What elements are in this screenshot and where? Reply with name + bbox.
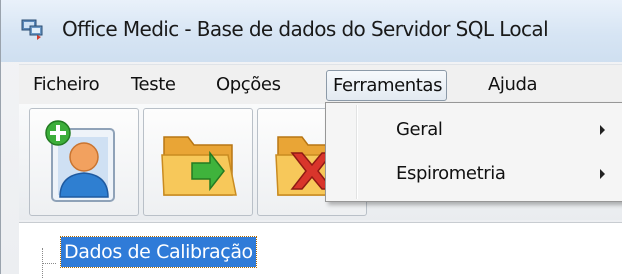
title-bar[interactable]: Office Medic - Base de dados do Servidor… (1, 0, 622, 62)
submenu-arrow-icon (600, 169, 605, 179)
open-button[interactable] (143, 108, 253, 216)
menu-ficheiro[interactable]: Ficheiro (33, 70, 100, 99)
menu-item-espirometria[interactable]: Espirometria (328, 157, 622, 191)
add-patient-icon (45, 120, 115, 202)
menu-ferramentas[interactable]: Ferramentas (326, 70, 448, 101)
menu-item-geral[interactable]: Geral (328, 113, 622, 147)
app-window-icon (21, 17, 45, 41)
submenu-arrow-icon (600, 125, 605, 135)
tree-node-dados-calibracao[interactable]: Dados de Calibração (60, 236, 257, 268)
add-patient-button[interactable] (29, 108, 139, 216)
menu-teste[interactable]: Teste (131, 70, 176, 99)
window-title: Office Medic - Base de dados do Servidor… (62, 17, 549, 41)
menu-ajuda[interactable]: Ajuda (488, 70, 538, 99)
app-window: Office Medic - Base de dados do Servidor… (0, 0, 622, 278)
menu-item-espirometria-label: Espirometria (396, 163, 506, 184)
tree-view: Dados de Calibração (19, 222, 622, 278)
menu-opcoes[interactable]: Opções (216, 70, 281, 99)
open-folder-icon (161, 136, 237, 196)
menu-bar: Ficheiro Teste Opções Ferramentas Ajuda (19, 64, 622, 105)
tree-connector-h (42, 263, 56, 265)
ferramentas-dropdown: Geral Espirometria (325, 102, 622, 202)
menu-item-geral-label: Geral (396, 119, 443, 140)
